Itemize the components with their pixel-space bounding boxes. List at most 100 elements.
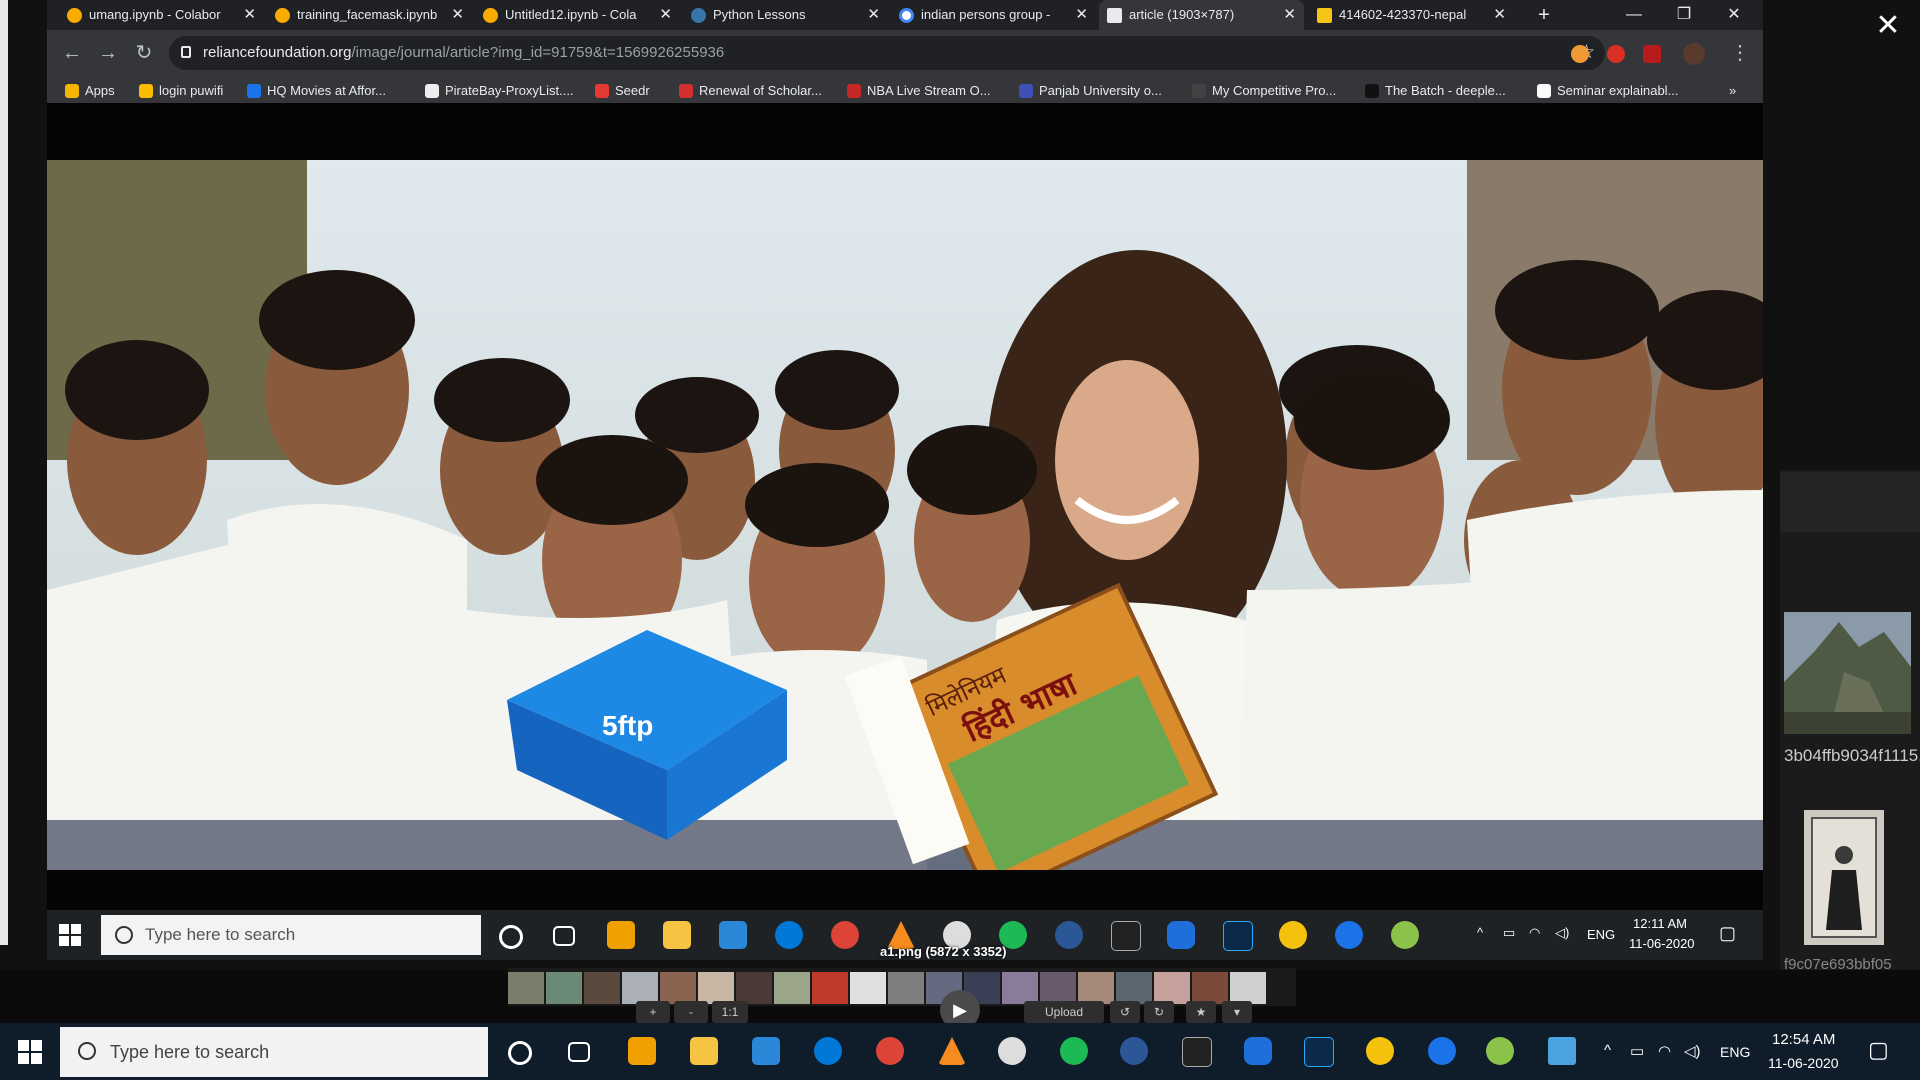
file-explorer-icon[interactable]: [690, 1037, 718, 1065]
tab-article-active[interactable]: article (1903×787) ✕: [1099, 0, 1304, 30]
filmstrip-thumb[interactable]: [546, 972, 582, 1004]
red-extension-icon[interactable]: [1607, 45, 1625, 63]
photoshop-icon[interactable]: [1223, 921, 1253, 951]
start-windows-icon[interactable]: [59, 924, 81, 946]
bookmark-nba[interactable]: NBA Live Stream O...: [847, 78, 991, 103]
filmstrip-thumb[interactable]: [660, 972, 696, 1004]
profile-avatar[interactable]: [1683, 43, 1705, 65]
side-thumbnail-portrait[interactable]: [1804, 810, 1884, 945]
rotate-left-icon[interactable]: ↺: [1110, 1001, 1140, 1023]
bookmark-renewal-scholarship[interactable]: Renewal of Scholar...: [679, 78, 822, 103]
cortana-icon[interactable]: [499, 925, 523, 949]
tab-umang[interactable]: umang.ipynb - Colabor ✕: [59, 0, 264, 30]
tray-chevron-icon[interactable]: ^: [1604, 1042, 1611, 1059]
filmstrip-thumb[interactable]: [622, 972, 658, 1004]
close-tab-icon[interactable]: ✕: [1493, 0, 1506, 30]
maps-icon[interactable]: [1428, 1037, 1456, 1065]
bookmark-the-batch[interactable]: The Batch - deeple...: [1365, 78, 1506, 103]
filmstrip-thumb[interactable]: [508, 972, 544, 1004]
rotate-right-icon[interactable]: ↻: [1144, 1001, 1174, 1023]
emoji-app-icon[interactable]: [1366, 1037, 1394, 1065]
start-windows-icon[interactable]: [18, 1040, 42, 1064]
store-icon[interactable]: [607, 921, 635, 949]
battery-icon[interactable]: ▭: [1630, 1042, 1644, 1060]
close-tab-icon[interactable]: ✕: [867, 0, 880, 30]
filmstrip-thumb[interactable]: [774, 972, 810, 1004]
photoshop-icon[interactable]: [1304, 1037, 1334, 1067]
notification-icon[interactable]: ▢: [1868, 1037, 1889, 1063]
word-icon[interactable]: [1120, 1037, 1148, 1065]
close-tab-icon[interactable]: ✕: [451, 0, 464, 30]
filmstrip-thumb[interactable]: [1040, 972, 1076, 1004]
cortana-icon[interactable]: [508, 1041, 532, 1065]
inner-search-box[interactable]: Type here to search: [101, 915, 481, 955]
bookmark-seedr[interactable]: Seedr: [595, 78, 650, 103]
wifi-icon[interactable]: ◠: [1529, 925, 1540, 941]
tab-python-lessons[interactable]: Python Lessons ✕: [683, 0, 888, 30]
bookmark-piratebay[interactable]: PirateBay-ProxyList....: [425, 78, 574, 103]
chrome-icon[interactable]: [876, 1037, 904, 1065]
file-explorer-icon[interactable]: [663, 921, 691, 949]
image-viewer-icon[interactable]: [1548, 1037, 1576, 1065]
tab-training-facemask[interactable]: training_facemask.ipynb ✕: [267, 0, 472, 30]
tab-nepal[interactable]: 414602-423370-nepal ✕: [1309, 0, 1514, 30]
filmstrip-thumb[interactable]: [584, 972, 620, 1004]
close-tab-icon[interactable]: ✕: [1075, 0, 1088, 30]
mail-icon[interactable]: [752, 1037, 780, 1065]
viewer-close-button[interactable]: ✕: [1868, 6, 1908, 46]
wifi-icon[interactable]: ◠: [1658, 1042, 1671, 1060]
edge-icon[interactable]: [775, 921, 803, 949]
more-down-icon[interactable]: ▾: [1222, 1001, 1252, 1023]
language-indicator[interactable]: ENG: [1587, 927, 1615, 942]
mail-icon[interactable]: [719, 921, 747, 949]
close-window-icon[interactable]: ✕: [1709, 0, 1759, 30]
clock-time[interactable]: 12:11 AM: [1633, 916, 1687, 931]
zoom-in-button[interactable]: +: [636, 1001, 670, 1023]
bookmark-hq-movies[interactable]: HQ Movies at Affor...: [247, 78, 386, 103]
bookmark-apps[interactable]: Apps: [65, 78, 115, 103]
pdf-extension-icon[interactable]: [1643, 45, 1661, 63]
minimize-icon[interactable]: —: [1609, 0, 1659, 30]
language-indicator[interactable]: ENG: [1720, 1044, 1750, 1060]
store-icon[interactable]: [628, 1037, 656, 1065]
zoom-out-button[interactable]: -: [674, 1001, 708, 1023]
edge-icon[interactable]: [814, 1037, 842, 1065]
vlc-icon[interactable]: [938, 1037, 966, 1065]
bookmarks-overflow-button[interactable]: »: [1729, 78, 1736, 103]
filmstrip-thumb[interactable]: [1116, 972, 1152, 1004]
filmstrip-thumb[interactable]: [888, 972, 924, 1004]
reload-icon[interactable]: ↻: [129, 38, 159, 68]
bookmark-seminar[interactable]: Seminar explainabl...: [1537, 78, 1678, 103]
cookie-extension-icon[interactable]: [1571, 45, 1589, 63]
side-thumbnail-mountain[interactable]: [1784, 612, 1911, 734]
clock-time[interactable]: 12:54 AM: [1772, 1031, 1835, 1048]
photos-app-icon[interactable]: [1391, 921, 1419, 949]
forward-arrow-icon[interactable]: →: [93, 38, 123, 68]
shield-icon[interactable]: [1167, 921, 1195, 949]
main-search-box[interactable]: Type here to search: [60, 1027, 488, 1077]
close-tab-icon[interactable]: ✕: [659, 0, 672, 30]
emoji-app-icon[interactable]: [1279, 921, 1307, 949]
star-rating-icon[interactable]: ★: [1186, 1001, 1216, 1023]
menu-kebab-icon[interactable]: ⋮: [1725, 38, 1755, 68]
shield-icon[interactable]: [1244, 1037, 1272, 1065]
filmstrip-thumb[interactable]: [736, 972, 772, 1004]
actual-size-button[interactable]: 1:1: [712, 1001, 748, 1023]
battery-icon[interactable]: ▭: [1503, 925, 1515, 941]
filmstrip-thumb[interactable]: [1192, 972, 1228, 1004]
volume-icon[interactable]: ◁): [1555, 925, 1569, 941]
media-player-icon[interactable]: [998, 1037, 1026, 1065]
tab-untitled12[interactable]: Untitled12.ipynb - Cola ✕: [475, 0, 680, 30]
bookmark-panjab-university[interactable]: Panjab University o...: [1019, 78, 1162, 103]
filmstrip-thumb[interactable]: [1078, 972, 1114, 1004]
restore-icon[interactable]: ❐: [1659, 0, 1709, 30]
terminal-icon[interactable]: [1111, 921, 1141, 951]
filmstrip-thumb[interactable]: [698, 972, 734, 1004]
bookmark-competitive-pro[interactable]: My Competitive Pro...: [1192, 78, 1336, 103]
terminal-icon[interactable]: [1182, 1037, 1212, 1067]
clock-date[interactable]: 11-06-2020: [1629, 936, 1695, 951]
address-bar[interactable]: reliancefoundation.org/image/journal/art…: [169, 36, 1605, 70]
back-arrow-icon[interactable]: ←: [57, 38, 87, 68]
close-tab-icon[interactable]: ✕: [243, 0, 256, 30]
upload-button[interactable]: Upload: [1024, 1001, 1104, 1023]
